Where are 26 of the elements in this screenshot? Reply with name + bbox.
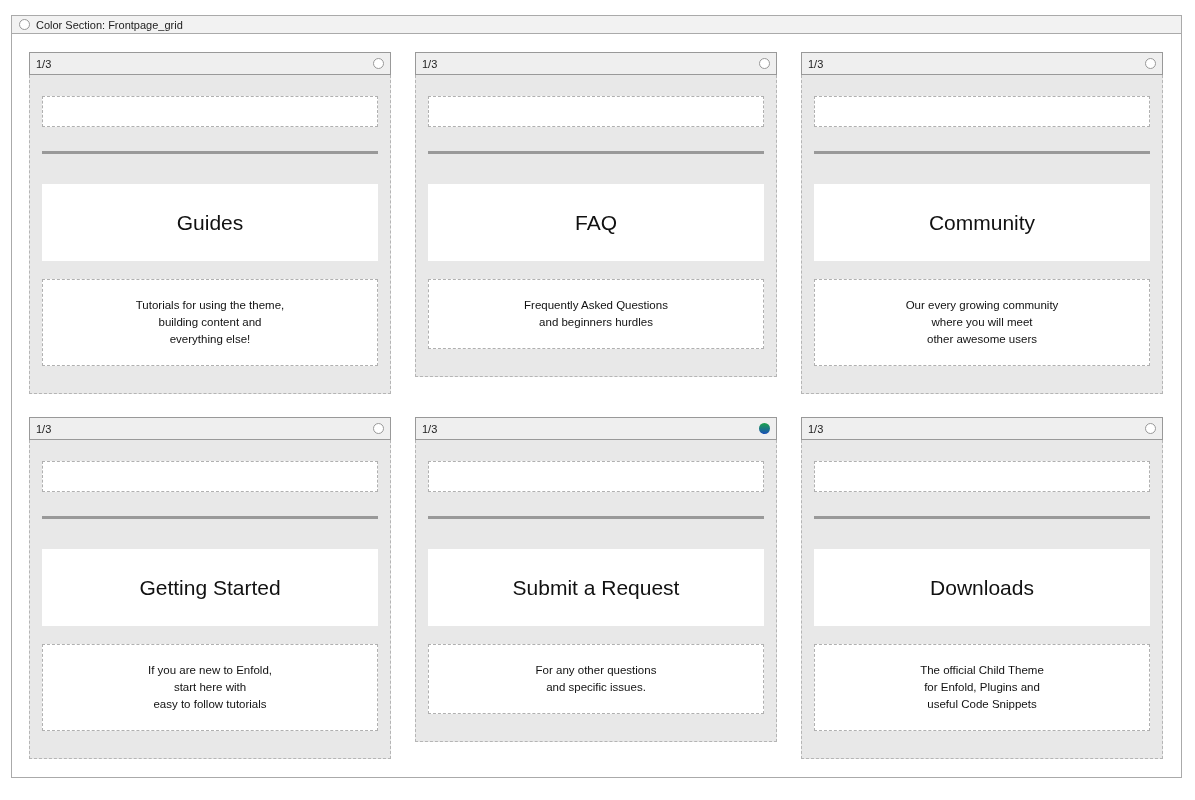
radio-icon[interactable] — [1145, 423, 1156, 434]
card-heading: Guides — [176, 210, 244, 235]
card-heading: Downloads — [930, 575, 1034, 600]
radio-icon[interactable] — [373, 58, 384, 69]
card-description: Our every growing community where you will meet other awesome users — [905, 298, 1059, 347]
column-size-label: 1/3 — [808, 57, 824, 70]
column-size-label: 1/3 — [422, 422, 438, 435]
radio-icon[interactable] — [373, 423, 384, 434]
card-description: For any other questions and specific issues. — [535, 663, 657, 695]
column-size-label: 1/3 — [36, 422, 52, 435]
section-title: Color Section: Frontpage_grid — [36, 18, 183, 31]
card-heading: Community — [928, 210, 1036, 235]
card-heading: FAQ — [575, 210, 617, 235]
card-heading: Submit a Request — [512, 575, 680, 600]
column-size-label: 1/3 — [36, 57, 52, 70]
card-description: Frequently Asked Questions and beginners hurdles — [524, 298, 668, 330]
radio-icon[interactable] — [759, 58, 770, 69]
card-description: The official Child Theme for Enfold, Plugins and useful Code Snippets — [920, 663, 1044, 712]
color-dot-icon[interactable] — [759, 423, 770, 434]
radio-icon[interactable] — [19, 19, 30, 30]
card-description: Tutorials for using the theme, building content and everything else! — [135, 298, 285, 347]
card-description: If you are new to Enfold, start here with easy to follow tutorials — [148, 663, 272, 712]
column-size-label: 1/3 — [808, 422, 824, 435]
card-heading: Getting Started — [139, 575, 281, 600]
column-size-label: 1/3 — [422, 57, 438, 70]
radio-icon[interactable] — [1145, 58, 1156, 69]
